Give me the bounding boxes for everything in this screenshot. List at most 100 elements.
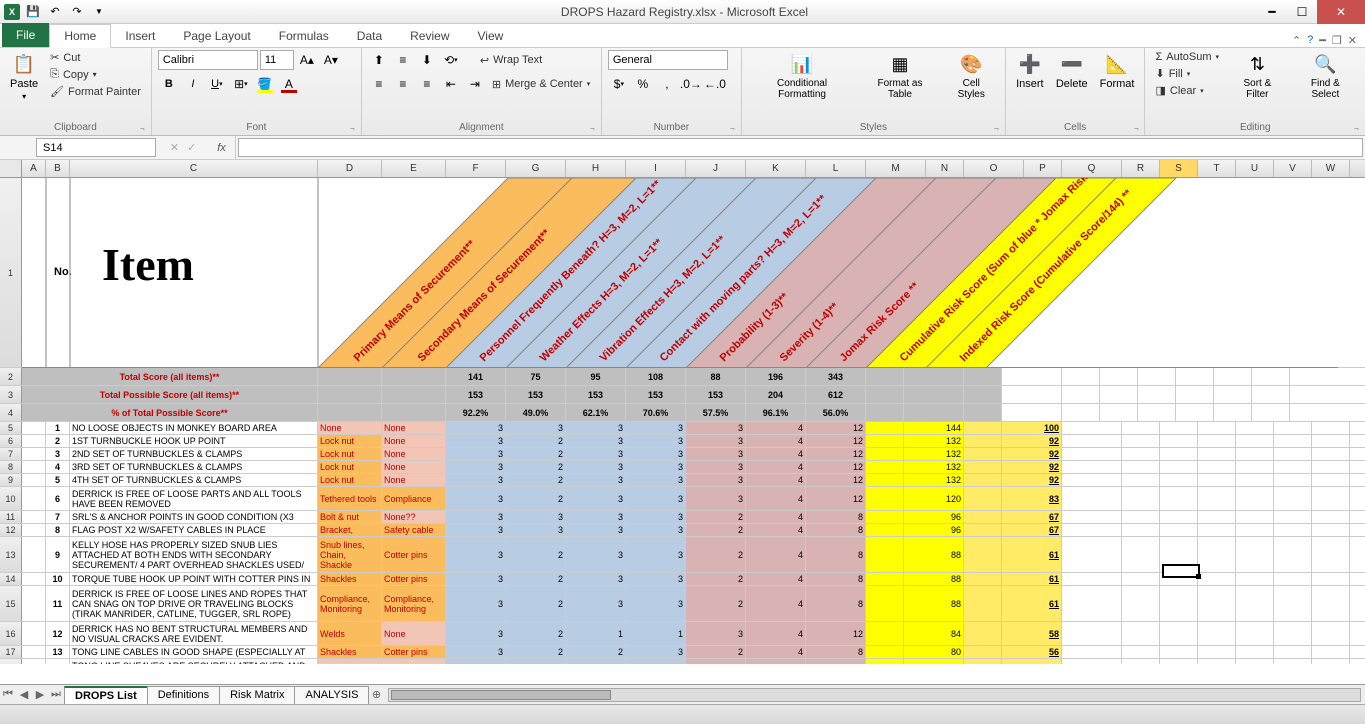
cell[interactable] [22, 573, 46, 585]
cell[interactable]: 8 [806, 573, 866, 585]
cell[interactable] [1122, 622, 1160, 645]
cell[interactable] [1236, 537, 1274, 572]
cell[interactable] [1312, 511, 1350, 523]
sheet-tab[interactable]: Definitions [147, 686, 220, 704]
row-header[interactable]: 3 [0, 386, 22, 403]
cell[interactable] [1122, 646, 1160, 658]
italic-button[interactable]: I [182, 74, 204, 94]
cell[interactable]: 8 [46, 524, 70, 536]
cell[interactable] [1122, 537, 1160, 572]
cell[interactable]: 3 [686, 474, 746, 486]
tab-view[interactable]: View [464, 25, 518, 47]
cell[interactable]: 3 [626, 586, 686, 621]
col-header-L[interactable]: L [806, 160, 866, 177]
paste-button[interactable]: 📋Paste▾ [6, 50, 42, 103]
cell[interactable]: 3 [626, 487, 686, 510]
cell[interactable] [866, 461, 904, 473]
cell[interactable]: None [318, 422, 382, 434]
cell[interactable]: 96 [904, 524, 964, 536]
enter-fx-icon[interactable]: ✓ [187, 141, 196, 154]
cell[interactable]: 83 [1002, 487, 1062, 510]
cell[interactable]: 132 [904, 461, 964, 473]
col-header-K[interactable]: K [746, 160, 806, 177]
cell[interactable]: 12 [806, 461, 866, 473]
cell[interactable] [1198, 487, 1236, 510]
row-header[interactable]: 6 [0, 435, 22, 447]
cell[interactable] [1252, 386, 1290, 403]
col-header-F[interactable]: F [446, 160, 506, 177]
cell[interactable]: 8 [806, 586, 866, 621]
cell[interactable] [964, 404, 1002, 421]
row-header[interactable]: 17 [0, 646, 22, 658]
cell[interactable] [1236, 573, 1274, 585]
cell[interactable] [866, 586, 904, 621]
col-header-C[interactable]: C [70, 160, 318, 177]
cell[interactable]: 3 [686, 435, 746, 447]
cell[interactable] [566, 659, 626, 664]
sort-filter-button[interactable]: ⇅Sort & Filter [1227, 50, 1288, 102]
tab-review[interactable]: Review [396, 25, 463, 47]
merge-center-button[interactable]: ⊞Merge & Center▾ [488, 74, 594, 94]
cell[interactable]: None [382, 422, 446, 434]
col-header-M[interactable]: M [866, 160, 926, 177]
tab-data[interactable]: Data [343, 25, 396, 47]
cell[interactable]: 12 [806, 474, 866, 486]
tab-file[interactable]: File [2, 23, 49, 47]
cell[interactable] [446, 659, 506, 664]
cell[interactable]: 3 [566, 474, 626, 486]
row-header[interactable]: 9 [0, 474, 22, 486]
cell[interactable] [746, 659, 806, 664]
cell[interactable]: 2 [686, 511, 746, 523]
col-header-Q[interactable]: Q [1062, 160, 1122, 177]
cell[interactable]: 88 [904, 573, 964, 585]
cell[interactable]: 3 [626, 461, 686, 473]
cell[interactable] [22, 435, 46, 447]
font-size-select[interactable] [260, 50, 294, 70]
cell[interactable]: 3 [626, 537, 686, 572]
cell[interactable]: 3 [566, 586, 626, 621]
cell[interactable]: DERRICK IS FREE OF LOOSE LINES AND ROPES… [70, 586, 318, 621]
cell[interactable]: Bolt & nut [318, 511, 382, 523]
cell[interactable] [1198, 646, 1236, 658]
cell[interactable]: FLAG POST X2 W/SAFETY CABLES IN PLACE [70, 524, 318, 536]
cell[interactable]: 12 [806, 448, 866, 460]
cell[interactable] [1122, 524, 1160, 536]
cut-button[interactable]: ✂Cut [46, 50, 145, 65]
cell[interactable]: 4 [746, 422, 806, 434]
cell[interactable] [1122, 659, 1160, 664]
cell[interactable] [866, 487, 904, 510]
cell[interactable] [22, 487, 46, 510]
cell[interactable] [1062, 524, 1122, 536]
last-sheet-icon[interactable]: ⏭ [48, 688, 64, 701]
cell[interactable]: 132 [904, 435, 964, 447]
cell[interactable]: 56 [1002, 646, 1062, 658]
cell[interactable] [1160, 461, 1198, 473]
cell[interactable] [1160, 586, 1198, 621]
cell[interactable]: None [382, 622, 446, 645]
cell[interactable] [318, 659, 382, 664]
cell[interactable] [866, 474, 904, 486]
cell[interactable]: 3 [506, 524, 566, 536]
conditional-formatting-button[interactable]: 📊Conditional Formatting [748, 50, 856, 102]
cell[interactable]: 61 [1002, 586, 1062, 621]
close-button[interactable]: ✕ [1317, 0, 1365, 24]
undo-icon[interactable]: ↶ [46, 3, 64, 21]
row-header[interactable]: 18 [0, 659, 22, 664]
cell[interactable] [1062, 573, 1122, 585]
qat-dropdown-icon[interactable]: ▼ [90, 3, 108, 21]
cell[interactable]: None [382, 461, 446, 473]
cell[interactable] [1100, 386, 1138, 403]
cell[interactable] [1122, 487, 1160, 510]
cell[interactable]: Tethered tools [318, 487, 382, 510]
fill-color-button[interactable]: 🪣 [254, 74, 276, 94]
row-header[interactable]: 14 [0, 573, 22, 585]
tab-home[interactable]: Home [49, 24, 111, 48]
align-bottom-icon[interactable]: ⬇ [416, 50, 438, 70]
cell[interactable] [1236, 659, 1274, 664]
cell[interactable] [1274, 524, 1312, 536]
cell[interactable]: 92.2% [446, 404, 506, 421]
cell[interactable] [866, 646, 904, 658]
cell[interactable] [964, 487, 1002, 510]
cell[interactable]: 4 [746, 461, 806, 473]
col-header-I[interactable]: I [626, 160, 686, 177]
